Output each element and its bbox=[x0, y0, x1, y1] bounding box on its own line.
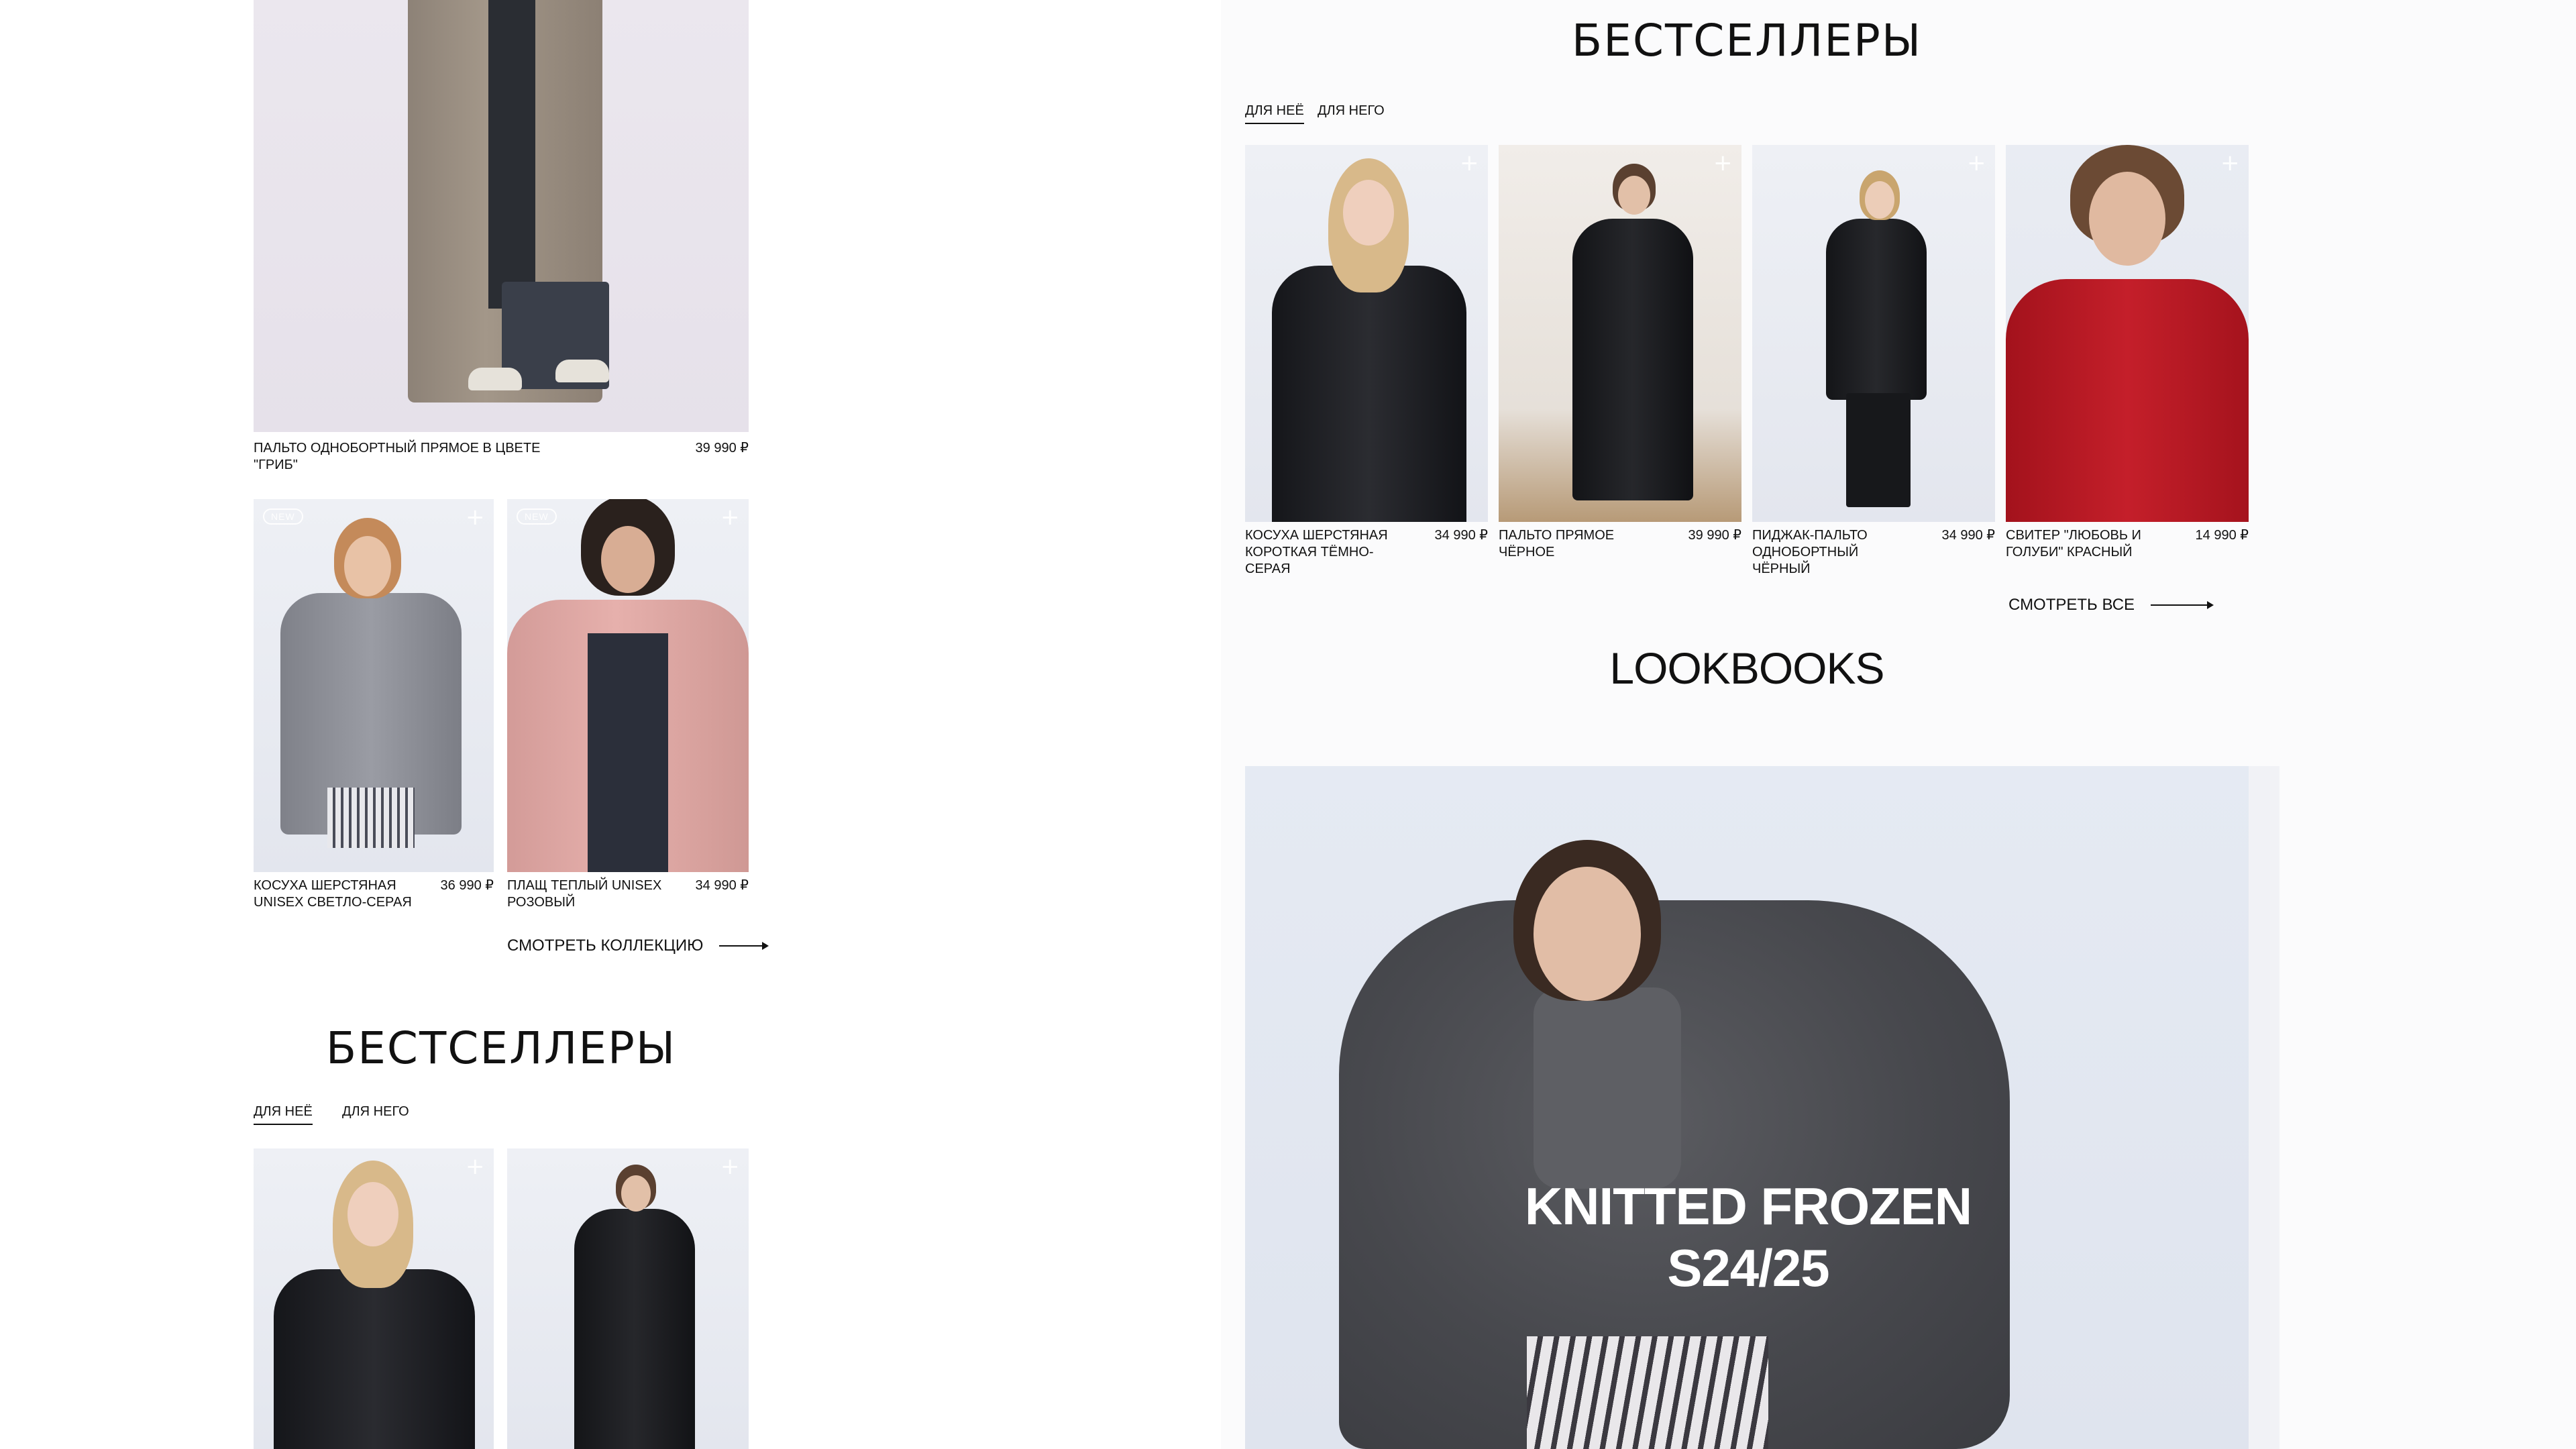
product-image-jacket-grey[interactable]: NEW + bbox=[254, 499, 494, 872]
sweater-collar bbox=[1534, 987, 1681, 1189]
tab-for-her[interactable]: ДЛЯ НЕЁ bbox=[254, 1104, 313, 1125]
arrow-right-icon bbox=[2151, 601, 2214, 609]
lookbooks-title: LOOKBOOKS bbox=[1609, 643, 1884, 693]
product-price: 14 990 ₽ bbox=[2195, 528, 2249, 543]
section-title: БЕСТСЕЛЛЕРЫ bbox=[325, 1022, 677, 1074]
tab-for-her[interactable]: ДЛЯ НЕЁ bbox=[1245, 103, 1304, 124]
plus-icon[interactable]: + bbox=[466, 1155, 485, 1178]
model-face bbox=[2089, 172, 2165, 266]
sneaker-left bbox=[468, 368, 522, 390]
model-face bbox=[601, 526, 655, 593]
product-image-blazer-coat-black[interactable]: + bbox=[1752, 145, 1995, 522]
model-face bbox=[344, 536, 391, 596]
see-all-label: СМОТРЕТЬ ВСЕ bbox=[2008, 596, 2135, 614]
model-face bbox=[347, 1182, 398, 1246]
plus-icon[interactable]: + bbox=[720, 1155, 740, 1178]
biker-figure bbox=[274, 1269, 475, 1449]
skirt bbox=[327, 788, 415, 848]
product-image-biker-dark-grey[interactable]: + bbox=[1245, 145, 1488, 522]
plus-icon[interactable]: + bbox=[1460, 152, 1479, 174]
lookbook-feature-title[interactable]: KNITTED FROZEN S24/25 bbox=[1487, 1175, 2010, 1299]
blazer-figure bbox=[1826, 219, 1927, 400]
plus-icon[interactable]: + bbox=[720, 506, 740, 529]
sweater bbox=[588, 633, 668, 872]
model-face bbox=[1865, 181, 1894, 219]
see-collection-label: СМОТРЕТЬ КОЛЛЕКЦИЮ bbox=[507, 936, 704, 955]
product-price: 34 990 ₽ bbox=[1434, 528, 1488, 543]
arrow-right-icon bbox=[719, 942, 769, 950]
striped-trousers bbox=[1527, 1336, 1768, 1449]
product-name[interactable]: КОСУХА ШЕРСТЯНАЯ UNISEX СВЕТЛО-СЕРАЯ bbox=[254, 877, 415, 911]
model-face bbox=[621, 1175, 651, 1212]
sneaker-right bbox=[555, 360, 609, 382]
product-name[interactable]: ПАЛЬТО ПРЯМОЕ ЧЁРНОЕ bbox=[1499, 527, 1646, 561]
lookbook-next-peek[interactable] bbox=[2249, 766, 2279, 1449]
new-badge: NEW bbox=[263, 508, 303, 525]
model-face bbox=[1534, 867, 1641, 1001]
product-price: 36 990 ₽ bbox=[440, 878, 494, 893]
product-image-sweater-red[interactable]: + bbox=[2006, 145, 2249, 522]
product-image-biker-black[interactable]: + bbox=[254, 1148, 494, 1449]
lookbook-feature-line1: KNITTED FROZEN bbox=[1524, 1177, 1972, 1236]
product-name[interactable]: ПЛАЩ ТЕПЛЫЙ UNISEX РОЗОВЫЙ bbox=[507, 877, 668, 911]
lookbook-feature-line2: S24/25 bbox=[1667, 1238, 1829, 1297]
model-face bbox=[1343, 180, 1394, 246]
section-title: БЕСТСЕЛЛЕРЫ bbox=[1571, 15, 1923, 66]
tab-for-him[interactable]: ДЛЯ НЕГО bbox=[342, 1104, 409, 1124]
product-image-trench-pink[interactable]: NEW + bbox=[507, 499, 749, 872]
product-name[interactable]: ПИДЖАК-ПАЛЬТО ОДНОБОРТНЫЙ ЧЁРНЫЙ bbox=[1752, 527, 1900, 578]
lookbook-banner[interactable]: KNITTED FROZEN S24/25 bbox=[1245, 766, 2249, 1449]
product-image-coat-mushroom[interactable] bbox=[254, 0, 749, 432]
sweater-figure bbox=[2006, 279, 2249, 522]
plus-icon[interactable]: + bbox=[1967, 152, 1986, 174]
coat-figure bbox=[574, 1209, 695, 1449]
coat-figure bbox=[1572, 219, 1693, 500]
product-name[interactable]: КОСУХА ШЕРСТЯНАЯ КОРОТКАЯ ТЁМНО-СЕРАЯ bbox=[1245, 527, 1413, 578]
product-name[interactable]: ПАЛЬТО ОДНОБОРТНЫЙ ПРЯМОЕ В ЦВЕТЕ "ГРИБ" bbox=[254, 440, 549, 474]
see-collection-link[interactable]: СМОТРЕТЬ КОЛЛЕКЦИЮ bbox=[507, 936, 769, 955]
product-price: 39 990 ₽ bbox=[695, 441, 749, 455]
model-face bbox=[1618, 176, 1650, 215]
new-badge: NEW bbox=[517, 508, 557, 525]
biker-figure bbox=[1272, 266, 1466, 522]
product-price: 39 990 ₽ bbox=[1688, 528, 1741, 543]
plus-icon[interactable]: + bbox=[466, 506, 485, 529]
trousers bbox=[1846, 393, 1911, 507]
plus-icon[interactable]: + bbox=[1713, 152, 1733, 174]
coat-inner-dark bbox=[488, 0, 535, 309]
plus-icon[interactable]: + bbox=[2220, 152, 2240, 174]
product-image-coat-black[interactable]: + bbox=[507, 1148, 749, 1449]
product-price: 34 990 ₽ bbox=[1941, 528, 1995, 543]
see-all-link[interactable]: СМОТРЕТЬ ВСЕ bbox=[2008, 596, 2214, 614]
tab-for-him[interactable]: ДЛЯ НЕГО bbox=[1318, 103, 1385, 123]
product-price: 34 990 ₽ bbox=[695, 878, 749, 893]
product-name[interactable]: СВИТЕР "ЛЮБОВЬ И ГОЛУБИ" КРАСНЫЙ bbox=[2006, 527, 2167, 561]
product-image-coat-straight-black[interactable]: + bbox=[1499, 145, 1741, 522]
